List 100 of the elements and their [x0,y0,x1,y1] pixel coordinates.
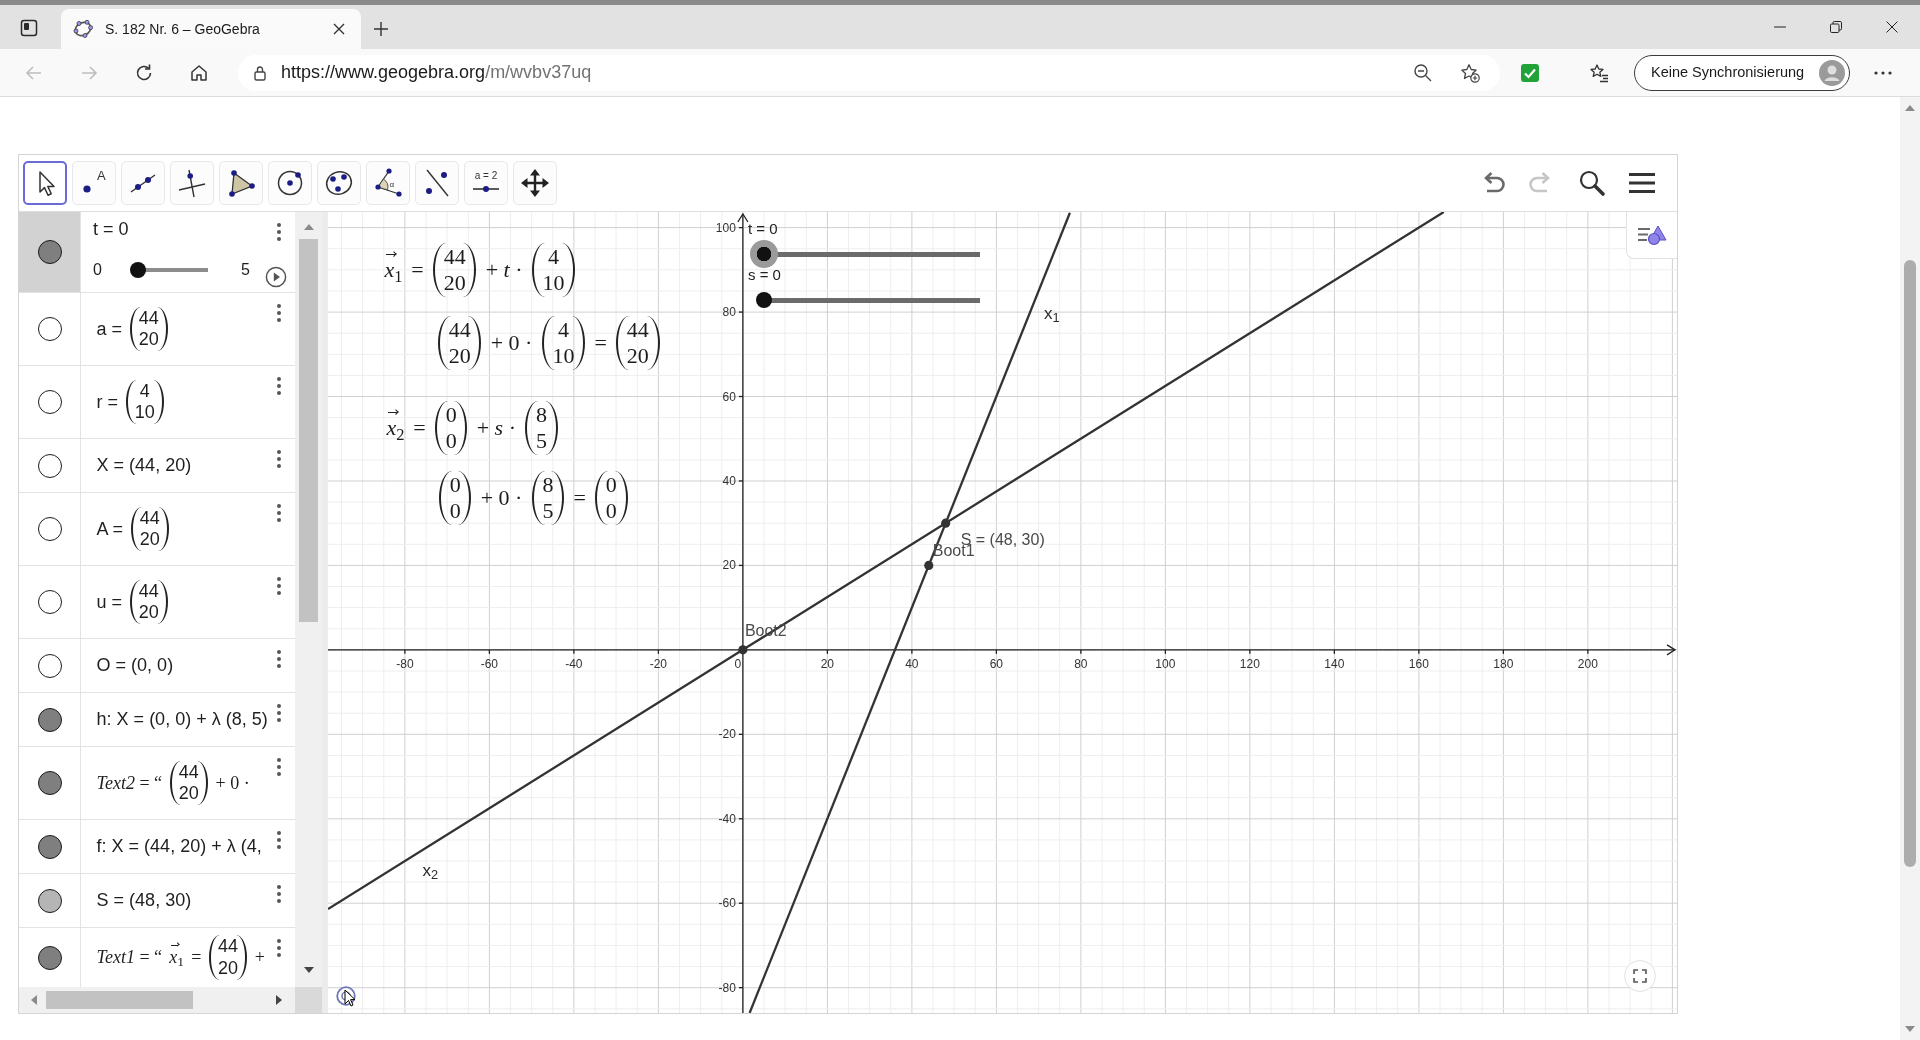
vertical-dots-icon [277,376,281,396]
tool-button[interactable] [23,161,67,205]
x-tick-label: 60 [989,656,1004,671]
visibility-toggle[interactable] [37,390,62,414]
shapes-menu-icon [1637,224,1667,246]
slider-thumb[interactable] [756,292,772,308]
star-plus-icon [1460,62,1480,83]
refresh-icon [134,62,154,83]
slider-thumb[interactable] [750,240,778,268]
tab-actions-icon [20,19,38,37]
formula-text: S = (48, 30) [95,889,193,912]
y-tick-label: 100 [715,220,736,235]
x-tick-label: -40 [565,656,583,671]
scroll-right-arrow-icon[interactable] [276,995,282,1005]
scroll-down-arrow-icon[interactable] [304,967,314,973]
slider-label: t = 0 [93,218,129,240]
x-tick-label: 140 [1324,656,1345,671]
formula-text: h: X = (0, 0) + λ (8, 5) [95,708,269,731]
zoom-out-icon [1413,62,1433,83]
visibility-toggle[interactable] [37,317,62,341]
ellipse-logo-icon [73,19,93,39]
point [941,518,951,528]
formula-text: X = (44, 20) [95,454,193,477]
vertical-dots-icon [277,449,281,469]
y-tick-label: 20 [722,558,736,573]
tool-button[interactable]: α [366,161,410,205]
close-icon [332,22,346,36]
browser-tab[interactable]: S. 182 Nr. 6 – GeoGebra [61,9,361,49]
scroll-left-arrow-icon[interactable] [31,995,37,1005]
formula-text: O = (0, 0) [95,654,175,677]
scrollbar-thumb[interactable] [1904,260,1916,867]
close-icon [1885,20,1899,34]
menu-icon [1628,172,1656,194]
line-label: x$_{2}$ [422,861,439,881]
vertical-dots-icon [277,303,281,323]
y-tick-label: 40 [722,473,736,488]
ring-icon[interactable] [336,986,356,1006]
plus-icon [373,21,389,37]
avatar-icon [1819,59,1845,86]
vertical-dots-icon [277,830,281,850]
vertical-dots-icon [277,576,281,596]
address-field[interactable]: https://www.geogebra.org/m/wvbv37uq [238,54,1500,91]
visibility-toggle[interactable] [37,888,62,913]
vertical-dots-icon [277,884,281,904]
visibility-toggle[interactable] [37,590,62,614]
y-tick-label: 60 [722,389,736,404]
scrollbar-thumb[interactable] [46,991,193,1009]
restore-icon [1829,20,1843,34]
visibility-toggle[interactable] [37,240,62,264]
vertical-dots-icon [277,649,281,669]
point [738,645,748,655]
slider-label: t = 0 [748,220,778,238]
y-tick-label: 80 [722,305,736,320]
scrollbar-thumb[interactable] [299,239,318,622]
visibility-toggle[interactable] [37,771,62,795]
point [924,560,934,570]
fullscreen-icon [1632,968,1648,984]
x-tick-label: -80 [396,656,414,671]
vertical-dots-icon [277,757,281,777]
x-tick-label: 20 [820,656,835,671]
formula-text: f: X = (44, 20) + λ (4, [95,835,263,858]
x-tick-label: 180 [1493,656,1514,671]
x-tick-label: 160 [1408,656,1429,671]
y-tick-label: -80 [718,980,736,995]
tool-button[interactable]: a = 2 [464,161,508,205]
x-tick-label: 0 [734,656,742,671]
profile-button[interactable]: Keine Synchronisierung [1634,54,1850,91]
scroll-up-arrow-icon[interactable] [1905,105,1915,111]
x-tick-label: 80 [1074,656,1088,671]
mouse-cursor-icon [344,989,356,1007]
vertical-dots-icon [277,503,281,523]
play-button[interactable] [264,266,287,288]
checkmark-icon [1520,62,1540,83]
more-icon [1874,70,1892,75]
star-list-icon [1589,62,1609,83]
x-tick-label: -60 [480,656,499,671]
visibility-toggle[interactable] [37,707,62,732]
visibility-toggle[interactable] [37,517,62,541]
x-tick-label: 120 [1239,656,1260,671]
line-label: x$_{1}$ [1043,304,1060,324]
scroll-up-arrow-icon[interactable] [304,224,314,230]
y-tick-label: -20 [718,727,736,742]
visibility-toggle[interactable] [37,945,62,970]
slider-max-label: 5 [240,260,250,280]
visibility-toggle[interactable] [37,453,62,478]
visibility-toggle[interactable] [37,834,62,859]
y-tick-label: -60 [718,896,736,911]
play-icon [264,266,287,288]
vertical-dots-icon [277,222,281,242]
fullscreen-button[interactable] [1624,960,1656,992]
x-tick-label: -20 [649,656,668,671]
visibility-toggle[interactable] [37,653,62,678]
style-bar-button[interactable] [1626,212,1677,259]
perpendicular-lines-icon [176,167,208,199]
minimize-icon [1773,26,1787,28]
search-icon [1578,169,1606,197]
slider-min-label: 0 [93,260,102,280]
tool-button[interactable]: A [72,161,116,205]
slider-thumb[interactable] [129,262,146,278]
lock-icon [252,64,268,81]
